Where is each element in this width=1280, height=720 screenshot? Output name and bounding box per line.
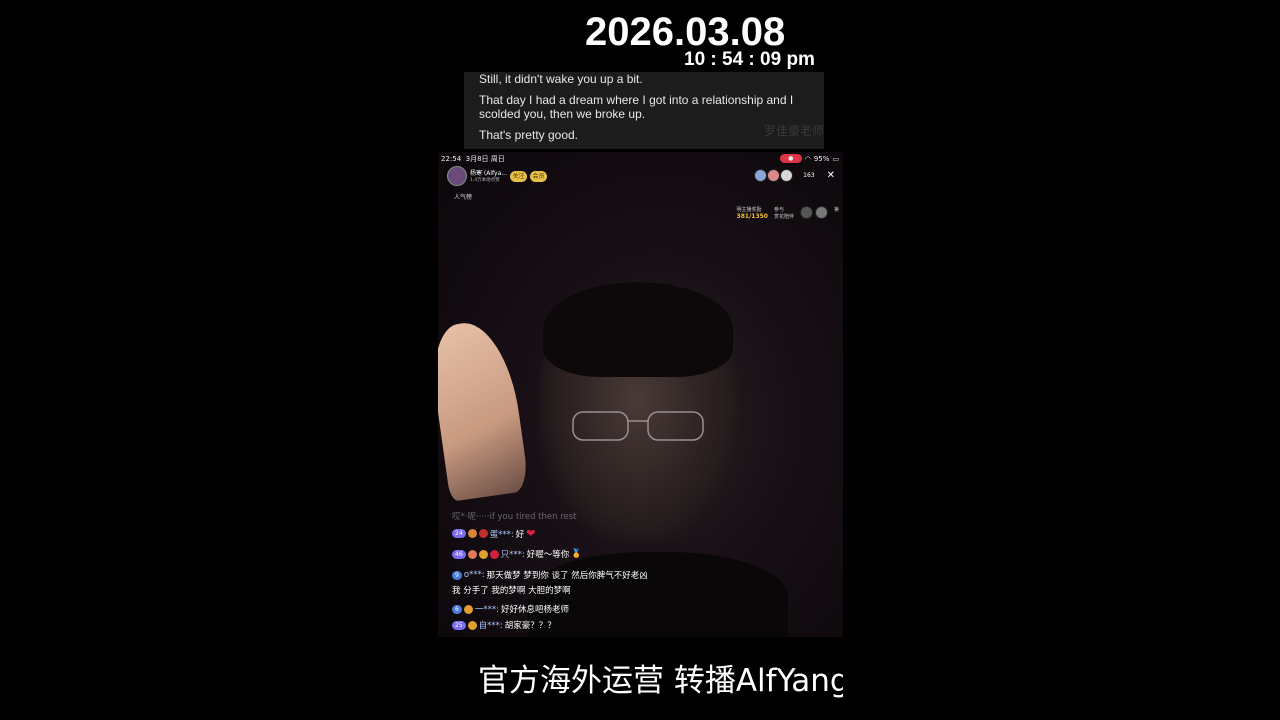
chat-message[interactable]: 25 自***: 胡家豪？？？ <box>452 619 556 631</box>
viewer-avatar[interactable] <box>767 169 781 182</box>
pk-score: 381/1350 <box>736 213 768 220</box>
streamer-hand <box>438 317 530 502</box>
fan-badge-icon <box>467 549 477 559</box>
vip-badge-icon <box>478 529 488 538</box>
host-name: 杨寒 (Alfya... <box>470 169 507 177</box>
chat-text: 胡家豪？？？ <box>504 621 556 631</box>
watermark: 罗佳豪老师 <box>763 124 824 138</box>
status-time: 22:54 <box>441 155 462 163</box>
status-date: 3月8日 周日 <box>465 155 505 163</box>
battery-icon: ▭ <box>832 154 839 163</box>
pk-sublabel: 赏花陪伴 <box>773 214 794 220</box>
heart-badge-icon <box>467 620 477 630</box>
heart-badge-icon <box>478 549 488 559</box>
viewer-avatar[interactable] <box>754 169 768 182</box>
heart-icon: ❤ <box>526 527 536 540</box>
chat-text: 好 <box>515 529 525 540</box>
heart-badge-icon <box>463 604 473 614</box>
translation-box: Still, it didn't wake you up a bit. That… <box>464 72 824 149</box>
host-avatar[interactable] <box>447 166 467 186</box>
translation-line-3: scolded you, then we broke up. <box>479 107 646 121</box>
time-overlay: 10 : 54 : 09 pm <box>684 49 815 70</box>
vip-badge-icon <box>489 549 499 559</box>
status-bar-left: 22:54 3月8日 周日 <box>441 154 505 164</box>
level-badge: 6 <box>452 604 462 614</box>
level-badge: 24 <box>452 529 466 538</box>
battery-level: 95% <box>813 154 830 163</box>
chat-text: 好好休息吧杨老师 <box>500 605 569 615</box>
chat-message-faded: 哎*·呢·····if you tired then rest <box>452 512 577 522</box>
record-icon: ● <box>779 154 802 163</box>
chat-message-cont: 我 分手了 我的梦啊 大胆的梦啊 <box>452 584 571 596</box>
glasses-icon <box>572 411 704 441</box>
follow-badge[interactable]: 关注 <box>509 170 527 182</box>
pk-title: 明主播奖励 <box>736 207 762 213</box>
chat-message[interactable]: 46 只***: 好喔～等你 🏅 <box>452 548 582 560</box>
chat-text: 好喔～等你 <box>526 550 570 560</box>
chat-message[interactable]: 6 一***: 好好休息吧杨老师 <box>452 603 569 615</box>
translation-line-4: That's pretty good. <box>479 128 579 142</box>
level-badge: 9 <box>452 570 462 580</box>
chat-user[interactable]: o***: <box>464 570 485 580</box>
medal-icon: 🏅 <box>571 549 582 559</box>
chat-text: 我 分手了 我的梦啊 大胆的梦啊 <box>452 586 571 596</box>
bottom-subtitle: 官方海外运营 转播AlfYang <box>478 663 843 699</box>
member-badge[interactable]: 会员 <box>529 170 547 182</box>
host-likes: 1.4万本场点赞 <box>470 177 500 183</box>
viewer-list[interactable]: 163 ✕ <box>754 169 835 182</box>
level-badge: 25 <box>452 620 466 630</box>
pk-label: 参与 <box>773 207 784 213</box>
chat-user[interactable]: 只***: <box>501 548 525 560</box>
pk-rank: 第 <box>833 207 839 213</box>
chat-user[interactable]: 一***: <box>475 603 499 615</box>
chat-text: 那天做梦 梦到你 谈了 然后你脾气不好老凶 <box>486 571 648 581</box>
fan-badge-icon <box>467 529 477 538</box>
chat-user[interactable]: 蛋***: <box>490 528 514 540</box>
status-bar-right: ● ◠ 95% ▭ <box>779 154 839 163</box>
viewer-avatar[interactable] <box>780 169 794 182</box>
pk-avatar[interactable] <box>799 206 813 219</box>
popularity-rank[interactable]: 人气榜 <box>454 192 472 201</box>
level-badge: 46 <box>452 549 466 559</box>
chat-user[interactable]: 自***: <box>479 619 503 631</box>
translation-line-1: Still, it didn't wake you up a bit. <box>479 72 643 86</box>
chat-message[interactable]: 24 蛋***: 好 ❤ <box>452 527 536 540</box>
pk-panel[interactable]: 明主播奖励 381/1350 参与 赏花陪伴 第 <box>737 206 839 220</box>
host-info[interactable]: 杨寒 (Alfya... 1.4万本场点赞 关注 会员 <box>447 166 547 186</box>
close-button[interactable]: ✕ <box>827 170 835 181</box>
pk-avatar[interactable] <box>814 206 828 219</box>
wifi-icon: ◠ <box>804 154 811 163</box>
translation-line-2: That day I had a dream where I got into … <box>479 93 794 107</box>
viewer-count: 163 <box>803 172 815 179</box>
livestream-frame: 22:54 3月8日 周日 ● ◠ 95% ▭ 杨寒 (Alfya... 1.4… <box>438 152 843 637</box>
date-overlay: 2026.03.08 <box>585 10 786 54</box>
chat-message[interactable]: 9 o***: 那天做梦 梦到你 谈了 然后你脾气不好老凶 <box>452 569 648 581</box>
streamer-hair <box>543 282 733 377</box>
